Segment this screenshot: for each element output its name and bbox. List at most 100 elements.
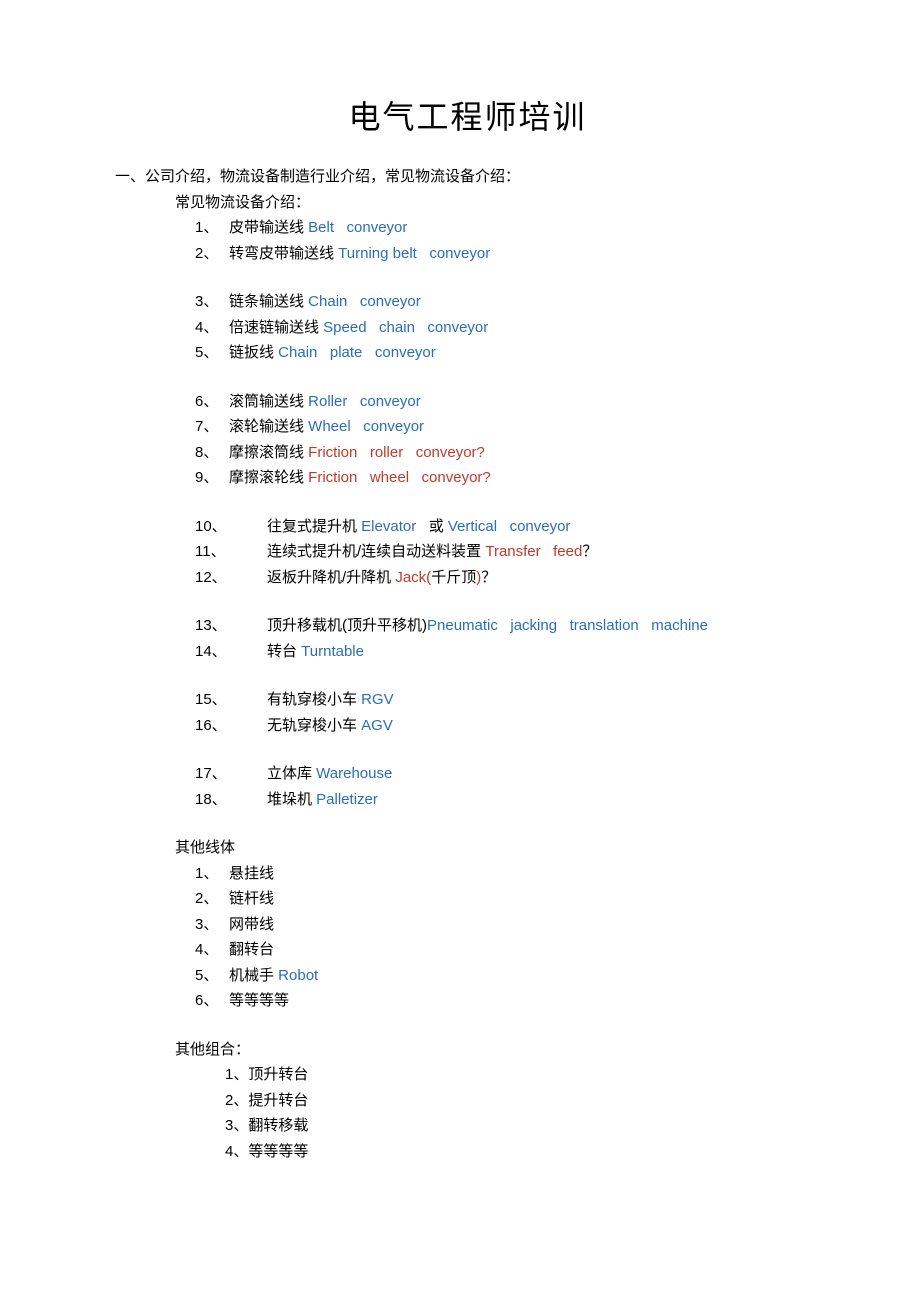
item-cn: 翻转移载 <box>248 1117 308 1134</box>
list-item: 8、摩擦滚筒线 Friction roller conveyor? <box>195 440 820 466</box>
item-number: 15、 <box>195 687 267 713</box>
other-heading: 其他线体 <box>175 835 820 861</box>
item-number: 8、 <box>195 440 229 466</box>
combo-heading: 其他组合： <box>175 1037 820 1063</box>
item-label: 顶升转台 <box>248 1062 308 1088</box>
item-en-fragment: 千斤顶 <box>431 569 476 586</box>
item-number: 4、 <box>225 1139 248 1165</box>
item-en-fragment: ？ <box>481 569 496 586</box>
item-label: 等等等等 <box>248 1139 308 1165</box>
item-cn: 机械手 <box>229 967 278 984</box>
equipment-list-a: 1、皮带输送线 Belt conveyor2、转弯皮带输送线 Turning b… <box>175 215 820 266</box>
equipment-list-f: 15、有轨穿梭小车 RGV16、无轨穿梭小车 AGV <box>175 687 820 738</box>
item-en: Warehouse <box>316 765 392 782</box>
list-item: 3、翻转移载 <box>225 1113 820 1139</box>
item-en-fragment: Elevator <box>361 518 429 535</box>
item-cn: 链杆线 <box>229 890 274 907</box>
list-item: 10、往复式提升机 Elevator 或 Vertical conveyor <box>195 514 820 540</box>
item-number: 3、 <box>195 289 229 315</box>
item-en-fragment: Transfer feed <box>485 543 582 560</box>
item-label: 转弯皮带输送线 Turning belt conveyor <box>229 241 490 267</box>
item-cn: 无轨穿梭小车 <box>267 717 361 734</box>
item-label: 机械手 Robot <box>229 963 318 989</box>
item-label: 顶升移载机(顶升平移机)Pneumatic jacking translatio… <box>267 613 708 639</box>
list-item: 3、网带线 <box>195 912 820 938</box>
item-en: Wheel conveyor <box>308 418 424 435</box>
item-cn: 悬挂线 <box>229 865 274 882</box>
item-label: 翻转台 <box>229 937 274 963</box>
equipment-list-e: 13、顶升移载机(顶升平移机)Pneumatic jacking transla… <box>175 613 820 664</box>
item-number: 3、 <box>225 1113 248 1139</box>
item-cn: 转台 <box>267 643 301 660</box>
item-label: 堆垛机 Palletizer <box>267 787 378 813</box>
list-item: 17、立体库 Warehouse <box>195 761 820 787</box>
item-cn: 滚筒输送线 <box>229 393 308 410</box>
item-label: 摩擦滚轮线 Friction wheel conveyor? <box>229 465 491 491</box>
item-label: 立体库 Warehouse <box>267 761 392 787</box>
item-cn: 顶升转台 <box>248 1066 308 1083</box>
item-label: 皮带输送线 Belt conveyor <box>229 215 407 241</box>
item-cn: 链条输送线 <box>229 293 308 310</box>
item-en: Speed chain conveyor <box>323 319 488 336</box>
item-en-fragment: Jack( <box>395 569 431 586</box>
item-number: 1、 <box>225 1062 248 1088</box>
item-en: Palletizer <box>316 791 378 808</box>
item-number: 2、 <box>225 1088 248 1114</box>
equipment-list-d: 10、往复式提升机 Elevator 或 Vertical conveyor11… <box>175 514 820 591</box>
list-item: 4、等等等等 <box>225 1139 820 1165</box>
item-en: Pneumatic jacking translation machine <box>427 617 708 634</box>
item-en: Robot <box>278 967 318 984</box>
item-en: Chain conveyor <box>308 293 421 310</box>
item-label: 滚轮输送线 Wheel conveyor <box>229 414 424 440</box>
item-cn: 摩擦滚筒线 <box>229 444 308 461</box>
list-item: 1、皮带输送线 Belt conveyor <box>195 215 820 241</box>
item-cn: 顶升移载机(顶升平移机) <box>267 617 427 634</box>
list-item: 12、返板升降机/升降机 Jack(千斤顶)？ <box>195 565 820 591</box>
item-label: 等等等等 <box>229 988 289 1014</box>
list-item: 6、滚筒输送线 Roller conveyor <box>195 389 820 415</box>
list-item: 6、等等等等 <box>195 988 820 1014</box>
item-cn: 链扳线 <box>229 344 278 361</box>
item-number: 6、 <box>195 389 229 415</box>
list-item: 13、顶升移载机(顶升平移机)Pneumatic jacking transla… <box>195 613 820 639</box>
item-en: Turning belt conveyor <box>338 245 490 262</box>
item-label: 返板升降机/升降机 Jack(千斤顶)？ <box>267 565 496 591</box>
item-cn: 皮带输送线 <box>229 219 308 236</box>
list-item: 1、顶升转台 <box>225 1062 820 1088</box>
item-number: 14、 <box>195 639 267 665</box>
equipment-list-b: 3、链条输送线 Chain conveyor4、倍速链输送线 Speed cha… <box>175 289 820 366</box>
item-number: 13、 <box>195 613 267 639</box>
list-item: 3、链条输送线 Chain conveyor <box>195 289 820 315</box>
item-label: 连续式提升机/连续自动送料装置 Transfer feed？ <box>267 539 597 565</box>
item-number: 1、 <box>195 861 229 887</box>
list-item: 1、悬挂线 <box>195 861 820 887</box>
item-label: 滚筒输送线 Roller conveyor <box>229 389 421 415</box>
item-number: 2、 <box>195 241 229 267</box>
item-cn: 转弯皮带输送线 <box>229 245 338 262</box>
item-cn: 等等等等 <box>229 992 289 1009</box>
item-label: 链扳线 Chain plate conveyor <box>229 340 436 366</box>
item-en: AGV <box>361 717 393 734</box>
list-item: 4、翻转台 <box>195 937 820 963</box>
list-item: 16、无轨穿梭小车 AGV <box>195 713 820 739</box>
item-number: 5、 <box>195 963 229 989</box>
item-label: 往复式提升机 Elevator 或 Vertical conveyor <box>267 514 570 540</box>
item-number: 18、 <box>195 787 267 813</box>
item-label: 链条输送线 Chain conveyor <box>229 289 421 315</box>
list-item: 2、提升转台 <box>225 1088 820 1114</box>
other-list: 1、悬挂线2、链杆线3、网带线4、翻转台5、机械手 Robot6、等等等等 <box>175 861 820 1014</box>
item-number: 9、 <box>195 465 229 491</box>
item-number: 4、 <box>195 315 229 341</box>
item-cn: 滚轮输送线 <box>229 418 308 435</box>
item-number: 1、 <box>195 215 229 241</box>
list-item: 9、摩擦滚轮线 Friction wheel conveyor? <box>195 465 820 491</box>
item-label: 网带线 <box>229 912 274 938</box>
item-en: Belt conveyor <box>308 219 407 236</box>
item-number: 2、 <box>195 886 229 912</box>
item-number: 3、 <box>195 912 229 938</box>
item-label: 转台 Turntable <box>267 639 364 665</box>
list-item: 2、转弯皮带输送线 Turning belt conveyor <box>195 241 820 267</box>
item-cn: 摩擦滚轮线 <box>229 469 308 486</box>
item-label: 无轨穿梭小车 AGV <box>267 713 393 739</box>
item-en: RGV <box>361 691 394 708</box>
